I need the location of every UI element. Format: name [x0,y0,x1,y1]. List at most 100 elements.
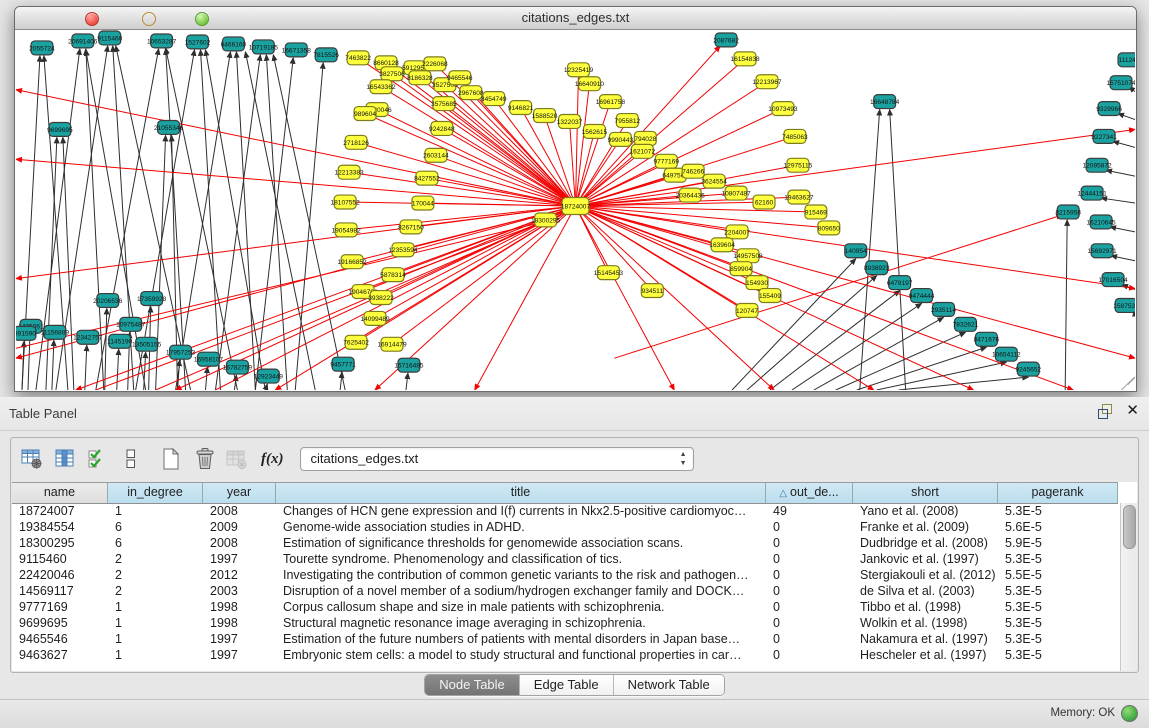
cell-in_degree: 1 [108,599,203,615]
graph-node-label: 7815526 [313,52,339,59]
table-row[interactable]: 946554611997Estimation of the future num… [12,631,1121,647]
float-window-icon[interactable] [1098,404,1112,418]
resize-grip-icon[interactable] [1116,374,1132,388]
cell-name: 9777169 [12,599,108,615]
cell-year: 2012 [203,567,276,583]
column-header-title[interactable]: title [276,483,766,503]
graph-node-label: 12975115 [784,163,813,170]
show-columns-icon[interactable] [53,447,77,471]
scrollbar-thumb[interactable] [1123,505,1136,549]
cell-in_degree: 1 [108,615,203,631]
table-row[interactable]: 911546021997Tourette syndrome. Phenomeno… [12,551,1121,567]
graph-node-label: 9245652 [1015,367,1041,374]
graph-node-label: 17016504 [1098,277,1128,284]
graph-node-label: 2226068 [422,61,448,68]
graph-node-label: 3938222 [368,295,394,302]
graph-node-label: 7625402 [343,340,369,347]
graph-node-label: 12342757 [73,335,103,342]
table-row[interactable]: 1456911722003Disruption of a novel membe… [12,583,1121,599]
citation-edge [899,377,1029,390]
network-window: citations_edges.txt 20557242069140691154… [14,6,1137,392]
graph-node-label: 9777169 [653,159,679,166]
function-builder-icon[interactable]: f(x) [261,451,284,468]
cell-pagerank: 5.3E-5 [998,503,1118,519]
column-header-short[interactable]: short [853,483,998,503]
unselect-all-icon[interactable] [119,447,143,471]
new-column-icon[interactable] [159,447,183,471]
tab-network-table[interactable]: Network Table [614,675,724,695]
graph-node-label: 12444151 [1077,190,1107,197]
cell-short: Franke et al. (2009) [853,519,998,535]
graph-node-label: 2718126 [343,140,369,147]
citation-edge [255,58,293,390]
cell-year: 1997 [203,647,276,663]
graph-node-label: 989604 [354,111,376,118]
graph-node-label: 10973493 [768,106,798,113]
cell-pagerank: 5.3E-5 [998,583,1118,599]
citation-edge-red [16,222,544,348]
graph-node-label: 746266 [682,169,704,176]
graph-node-label: 3624554 [701,179,727,186]
graph-node-label: 18724007 [561,203,591,210]
graph-node-label: 2935114 [931,307,956,314]
cell-pagerank: 5.5E-5 [998,567,1118,583]
column-header-pagerank[interactable]: pagerank [998,483,1118,503]
graph-node-label: 11156889 [41,330,70,337]
column-header-in_degree[interactable]: in_degree [108,483,203,503]
tab-edge-table[interactable]: Edge Table [520,675,614,695]
graph-node-label: 10975487 [116,322,146,329]
network-window-titlebar[interactable]: citations_edges.txt [15,7,1136,30]
graph-node-label: 154930 [746,280,768,287]
cell-pagerank: 5.3E-5 [998,551,1118,567]
close-panel-icon[interactable]: ✕ [1126,404,1139,418]
cell-name: 9465546 [12,631,108,647]
graph-node-label: 19463627 [784,194,814,201]
graph-node-label: 9465546 [447,75,473,82]
cell-out_degree: 0 [766,551,853,567]
graph-node-label: 9474444 [909,293,935,300]
table-row[interactable]: 1872400712008Changes of HCN gene express… [12,503,1121,519]
cell-title: Estimation of significance thresholds fo… [276,535,766,551]
cell-out_degree: 0 [766,631,853,647]
cell-out_degree: 0 [766,647,853,663]
graph-node-label: 21055346 [154,125,184,132]
vertical-scrollbar[interactable] [1120,503,1137,671]
cell-name: 18724007 [12,503,108,519]
cell-short: Nakamura et al. (1997) [853,631,998,647]
cell-short: Tibbo et al. (1998) [853,599,998,615]
table-row[interactable]: 946362711997Embryonic stem cells: a mode… [12,647,1121,663]
graph-node-label: 7463822 [345,55,371,62]
cell-year: 1998 [203,599,276,615]
graph-node-label: 1639604 [709,242,735,249]
graph-node-label: 7485063 [782,134,808,141]
graph-node-label: 8267150 [398,224,424,231]
graph-node-label: 391590 [16,331,36,338]
cell-title: Estimation of the future numbers of pati… [276,631,766,647]
citation-edge [46,137,57,390]
table-row[interactable]: 2242004622012Investigating the contribut… [12,567,1121,583]
tab-node-table[interactable]: Node Table [425,675,520,695]
graph-node-label: 16961758 [596,99,626,106]
column-header-out_degree[interactable]: △out_de... [766,483,853,503]
citation-edge-red [16,206,576,279]
table-select-dropdown[interactable]: citations_edges.txt ▲▼ [300,447,694,471]
citation-network-graph[interactable]: 2055724206914069115460106532871527602646… [16,30,1135,390]
table-mode-icon[interactable] [20,447,44,471]
citation-edge-red [365,114,575,206]
table-row[interactable]: 977716911998Corpus callosum shape and si… [12,599,1121,615]
table-header-row: namein_degreeyeartitle△out_de...shortpag… [12,482,1118,504]
table-select-value: citations_edges.txt [311,451,419,466]
table-row[interactable]: 969969511998Structural magnetic resonanc… [12,615,1121,631]
column-header-year[interactable]: year [203,483,276,503]
citation-edge [1111,256,1135,261]
cell-in_degree: 2 [108,567,203,583]
column-header-name[interactable]: name [12,483,108,503]
table-row[interactable]: 1830029562008Estimation of significance … [12,535,1121,551]
delete-column-icon[interactable] [193,447,217,471]
select-all-icon[interactable] [86,447,110,471]
network-canvas[interactable]: 2055724206914069115460106532871527602646… [16,30,1135,390]
table-row[interactable]: 1938455462009Genome-wide association stu… [12,519,1121,535]
memory-status-icon[interactable] [1121,705,1138,722]
citation-edge [245,52,315,390]
graph-node-label: 12353594 [388,247,418,254]
